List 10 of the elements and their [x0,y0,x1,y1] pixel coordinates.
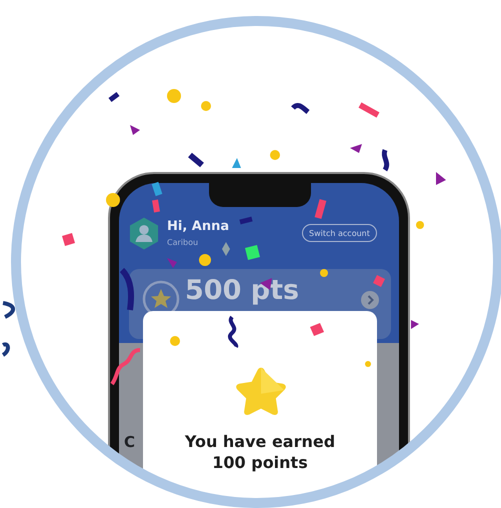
section-heading: C [124,433,136,451]
switch-account-button[interactable]: Switch account [302,224,377,242]
points-total: 500 pts [185,275,300,306]
star-icon [233,365,289,417]
reward-message: You have earned [184,432,336,451]
greeting-text: Hi, Anna [167,219,230,234]
chevron-right-icon[interactable] [361,291,379,309]
reward-message: 100 points [212,453,308,472]
avatar-icon [129,217,159,250]
account-subtitle: Caribou [167,238,198,247]
